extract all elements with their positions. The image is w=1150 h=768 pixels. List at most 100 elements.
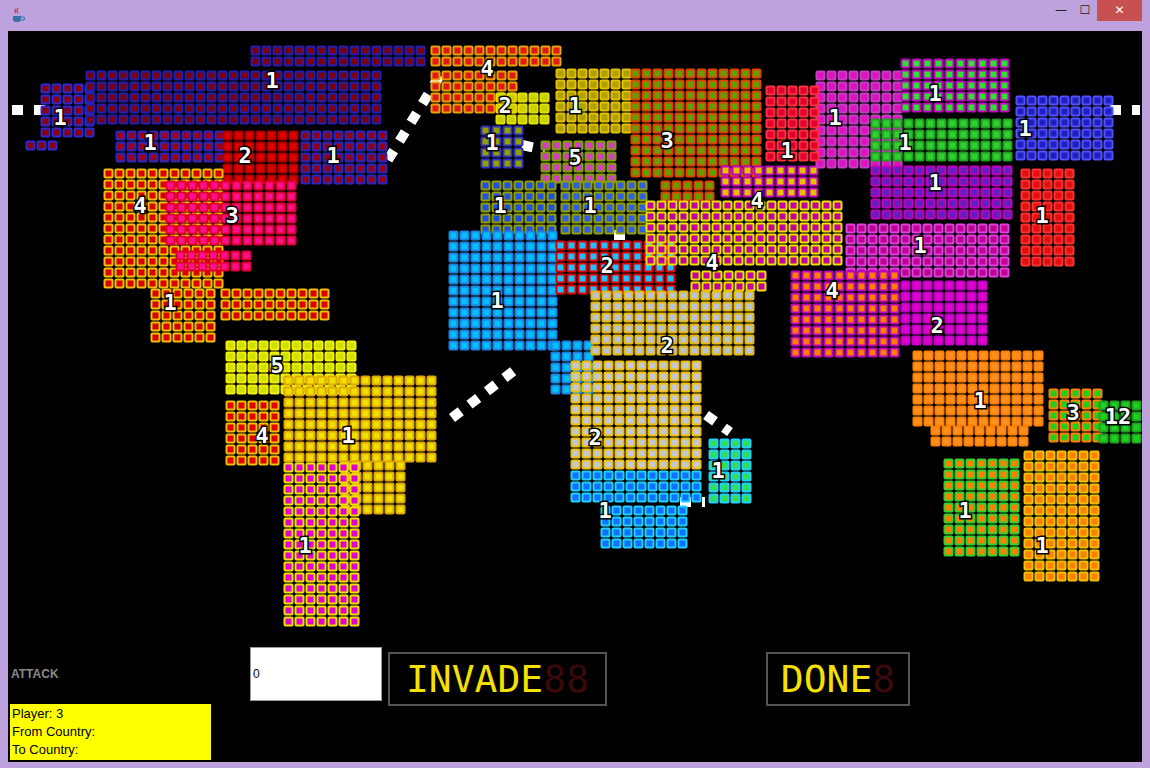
info-line: Player: 3 <box>12 705 209 723</box>
army-count: 5 <box>568 145 581 170</box>
territory[interactable] <box>945 460 1019 556</box>
army-count: 4 <box>825 278 838 303</box>
game-area: 1141214315411121511312422114111111114213… <box>8 31 1142 762</box>
army-count: 1 <box>53 105 66 130</box>
territory[interactable] <box>117 132 224 162</box>
invade-button[interactable]: INVADE88 <box>388 652 607 706</box>
territory[interactable] <box>105 170 223 288</box>
info-line: From Country: <box>12 723 209 741</box>
army-count: 1 <box>485 130 498 155</box>
territory[interactable] <box>1050 390 1102 442</box>
army-count: 1 <box>973 388 986 413</box>
territory[interactable] <box>872 167 1012 219</box>
territory[interactable] <box>27 85 94 150</box>
territory[interactable] <box>847 225 1009 277</box>
territory[interactable] <box>710 440 751 503</box>
army-count: 2 <box>660 333 673 358</box>
territory[interactable] <box>542 142 616 183</box>
army-count: 1 <box>928 170 941 195</box>
territory[interactable] <box>450 232 593 394</box>
territory[interactable] <box>482 127 523 168</box>
game-window: —☐✕ 114121431541112151131242211411111111… <box>0 0 1150 768</box>
sea-lane <box>388 75 440 160</box>
territory[interactable] <box>562 182 647 234</box>
territory[interactable] <box>1022 170 1074 266</box>
world-map: 1141214315411121511312422114111111114213… <box>8 31 1142 641</box>
done-button[interactable]: DONE8 <box>766 652 910 706</box>
army-count: 1 <box>1018 116 1031 141</box>
territory[interactable] <box>482 182 556 234</box>
army-count: 4 <box>133 193 146 218</box>
territory[interactable] <box>722 167 818 197</box>
territory[interactable] <box>557 70 631 133</box>
army-count: 1 <box>493 193 506 218</box>
army-count: 1 <box>958 498 971 523</box>
info-panel: Player: 3From Country:To Country: <box>10 704 211 760</box>
territory[interactable] <box>227 342 356 394</box>
army-count: 1 <box>1035 533 1048 558</box>
army-count: 1 <box>568 93 581 118</box>
territory[interactable] <box>792 272 899 357</box>
army-count: 5 <box>270 353 283 378</box>
territory[interactable] <box>1100 402 1141 443</box>
army-count: 1 <box>143 130 156 155</box>
army-count: 2 <box>498 93 511 118</box>
army-count: 3 <box>660 128 673 153</box>
army-count: 3 <box>1066 400 1079 425</box>
territory[interactable] <box>557 242 675 294</box>
armies-input[interactable] <box>250 647 382 701</box>
territory[interactable] <box>285 377 436 514</box>
mode-label: ATTACK <box>11 667 248 681</box>
control-panel: ATTACK Player: 3From Country:To Country:… <box>8 641 1142 762</box>
territory[interactable] <box>902 60 1009 112</box>
territory[interactable] <box>647 202 842 291</box>
territory[interactable] <box>87 47 425 124</box>
title-bar: —☐✕ <box>0 0 1150 31</box>
territory[interactable] <box>167 182 296 271</box>
army-count: 1 <box>598 498 611 523</box>
info-line: To Country: <box>12 741 209 759</box>
territory[interactable] <box>572 472 701 548</box>
territory[interactable] <box>285 464 359 626</box>
java-icon <box>10 7 26 23</box>
army-count: 1 <box>490 288 503 313</box>
territory[interactable] <box>302 132 387 184</box>
territory[interactable] <box>914 352 1043 446</box>
army-count: 1 <box>928 81 941 106</box>
army-count: 4 <box>255 423 268 448</box>
territory[interactable] <box>1017 97 1113 160</box>
army-count: 12 <box>1105 404 1132 429</box>
army-count: 3 <box>225 203 238 228</box>
army-count: 1 <box>1035 203 1048 228</box>
army-count: 2 <box>930 313 943 338</box>
army-count: 1 <box>163 290 176 315</box>
army-count: 1 <box>298 533 311 558</box>
army-count: 1 <box>583 193 596 218</box>
sea-lane <box>1110 105 1140 115</box>
sea-lane <box>12 105 55 115</box>
window-control-button[interactable]: ✕ <box>1097 0 1142 21</box>
army-count: 2 <box>588 425 601 450</box>
army-count: 4 <box>750 188 763 213</box>
territory[interactable] <box>902 282 987 345</box>
window-control-button[interactable]: — <box>1049 0 1073 21</box>
sea-lane <box>706 415 730 432</box>
territory[interactable] <box>152 290 329 342</box>
territory[interactable] <box>227 402 279 465</box>
territory[interactable] <box>817 72 902 168</box>
army-count: 1 <box>711 458 724 483</box>
army-count: 4 <box>480 56 493 81</box>
window-control-button[interactable]: ☐ <box>1073 0 1097 21</box>
territory[interactable] <box>432 47 561 113</box>
army-count: 2 <box>600 253 613 278</box>
army-count: 1 <box>341 423 354 448</box>
army-count: 1 <box>326 143 339 168</box>
territory[interactable] <box>1025 452 1099 581</box>
territory[interactable] <box>632 70 761 201</box>
army-count: 4 <box>705 250 718 275</box>
territory[interactable] <box>224 132 298 184</box>
territory[interactable] <box>497 94 549 124</box>
army-count: 1 <box>913 233 926 258</box>
territory[interactable] <box>872 120 1012 161</box>
territory[interactable] <box>572 362 701 469</box>
